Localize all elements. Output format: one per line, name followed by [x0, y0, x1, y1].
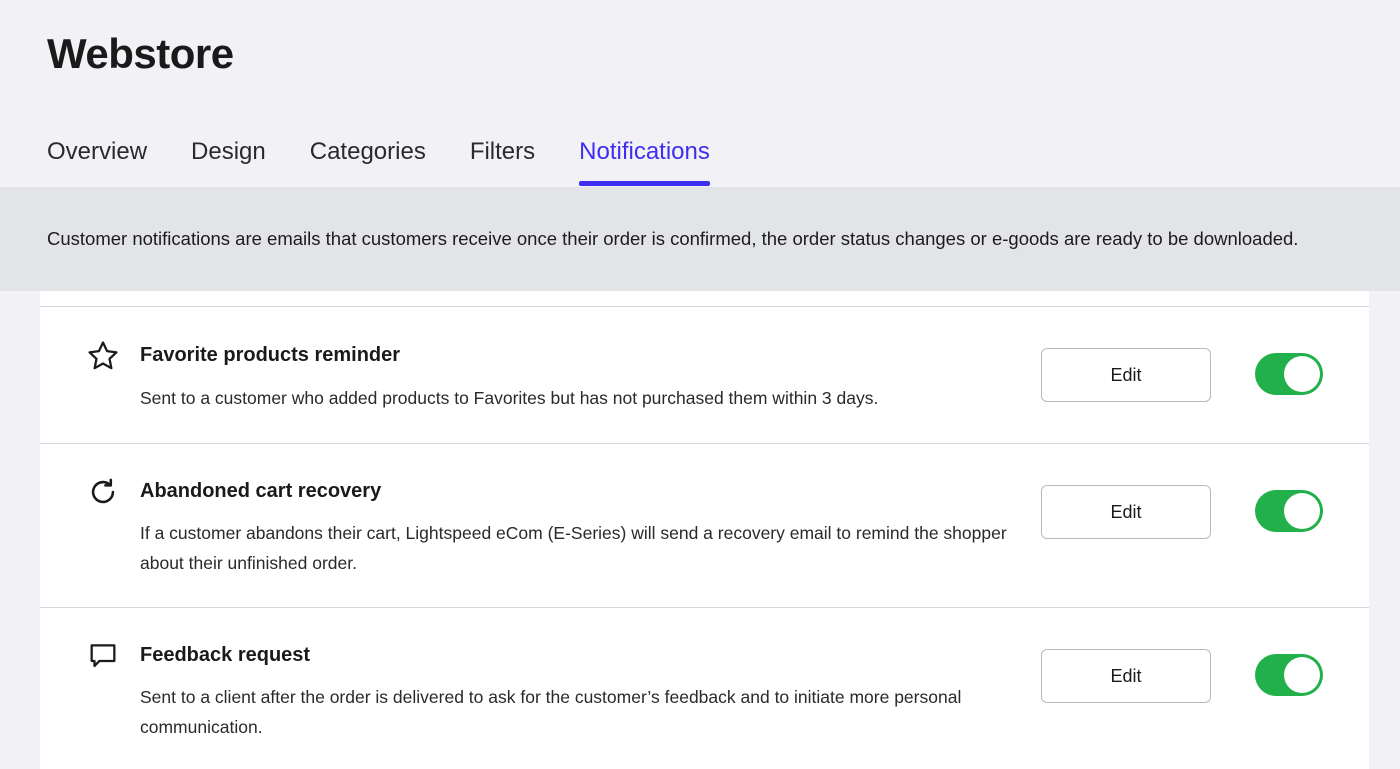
- notification-row-feedback-request: Feedback request Sent to a client after …: [40, 607, 1369, 769]
- star-icon: [86, 339, 120, 373]
- chat-bubble-icon: [86, 639, 120, 673]
- notification-description: If a customer abandons their cart, Light…: [140, 523, 1007, 573]
- page-title: Webstore: [47, 30, 234, 77]
- notification-title: Abandoned cart recovery: [140, 480, 382, 502]
- edit-button-feedback-request[interactable]: Edit: [1041, 649, 1211, 703]
- tab-design[interactable]: Design: [191, 132, 266, 186]
- edit-button-abandoned-cart[interactable]: Edit: [1041, 485, 1211, 539]
- notification-description: Sent to a client after the order is deli…: [140, 687, 962, 737]
- info-banner: Customer notifications are emails that c…: [0, 187, 1400, 291]
- toggle-knob: [1284, 493, 1320, 529]
- toggle-favorite-products[interactable]: [1255, 353, 1323, 395]
- notification-title: Feedback request: [140, 644, 311, 666]
- toggle-knob: [1284, 356, 1320, 392]
- refresh-icon: [86, 475, 120, 509]
- notification-title: Favorite products reminder: [140, 344, 401, 366]
- notification-row-favorite-products: Favorite products reminder Sent to a cus…: [40, 306, 1369, 443]
- notification-list: Favorite products reminder Sent to a cus…: [40, 291, 1369, 769]
- notification-row-abandoned-cart: Abandoned cart recovery If a customer ab…: [40, 443, 1369, 607]
- toggle-abandoned-cart[interactable]: [1255, 490, 1323, 532]
- tab-overview[interactable]: Overview: [47, 132, 147, 186]
- tab-categories[interactable]: Categories: [310, 132, 426, 186]
- tab-bar: Overview Design Categories Filters Notif…: [47, 132, 710, 188]
- toggle-knob: [1284, 657, 1320, 693]
- toggle-feedback-request[interactable]: [1255, 654, 1323, 696]
- notification-description: Sent to a customer who added products to…: [140, 388, 879, 408]
- tab-notifications[interactable]: Notifications: [579, 132, 710, 186]
- edit-button-favorite-products[interactable]: Edit: [1041, 348, 1211, 402]
- tab-filters[interactable]: Filters: [470, 132, 535, 186]
- info-banner-text: Customer notifications are emails that c…: [47, 228, 1299, 249]
